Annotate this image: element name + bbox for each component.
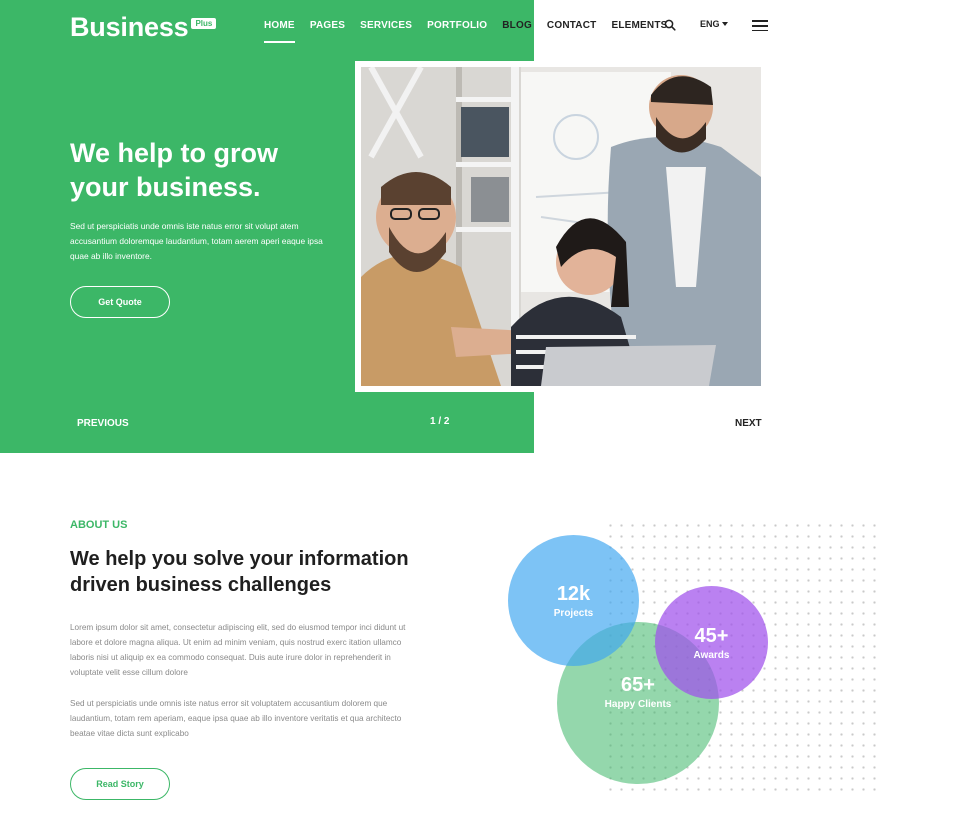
- search-icon[interactable]: [664, 19, 676, 31]
- nav-item-portfolio[interactable]: PORTFOLIO: [427, 20, 487, 31]
- stat-value: 45+: [694, 624, 729, 647]
- stat-projects: 12k Projects: [508, 535, 639, 666]
- about-eyebrow: ABOUT US: [70, 519, 128, 531]
- get-quote-button[interactable]: Get Quote: [70, 286, 170, 318]
- caret-down-icon: [721, 22, 728, 26]
- stat-label: Happy Clients: [604, 699, 672, 710]
- language-label: ENG: [700, 19, 720, 29]
- hero-team-photo: [361, 67, 761, 386]
- nav-item-pages[interactable]: PAGES: [310, 20, 345, 31]
- stat-label: Projects: [553, 607, 594, 619]
- about-paragraph-2: Sed ut perspiciatis unde omnis iste natu…: [70, 699, 402, 738]
- stat-value: 65+: [621, 674, 655, 696]
- hero-description: Sed ut perspiciatis unde omnis iste natu…: [70, 221, 323, 261]
- previous-slide-button[interactable]: PREVIOUS: [77, 418, 129, 429]
- main-nav: HOME PAGES SERVICES PORTFOLIO BLOG CONTA…: [264, 20, 683, 43]
- language-selector[interactable]: ENG: [700, 19, 728, 29]
- brand-name: Business: [70, 12, 189, 42]
- brand-badge: Plus: [191, 18, 217, 29]
- stat-value: 12k: [556, 582, 591, 605]
- nav-item-home[interactable]: HOME: [264, 20, 295, 43]
- hamburger-menu-icon[interactable]: [752, 20, 768, 32]
- read-story-button[interactable]: Read Story: [70, 768, 170, 800]
- brand-logo[interactable]: Business Plus: [70, 12, 217, 43]
- nav-item-blog[interactable]: BLOG: [502, 20, 532, 31]
- hero-title: We help to grow your business.: [70, 138, 278, 202]
- stat-label: Awards: [693, 649, 730, 661]
- nav-item-elements[interactable]: ELEMENTS: [611, 20, 667, 31]
- nav-item-services[interactable]: SERVICES: [360, 20, 412, 31]
- next-slide-button[interactable]: NEXT: [735, 418, 762, 429]
- slide-pager: 1 / 2: [430, 416, 450, 427]
- about-paragraph-1: Lorem ipsum dolor sit amet, consectetur …: [70, 623, 406, 677]
- about-title: We help you solve your information drive…: [70, 548, 409, 596]
- nav-item-contact[interactable]: CONTACT: [547, 20, 597, 31]
- stat-awards: 45+ Awards: [655, 586, 768, 699]
